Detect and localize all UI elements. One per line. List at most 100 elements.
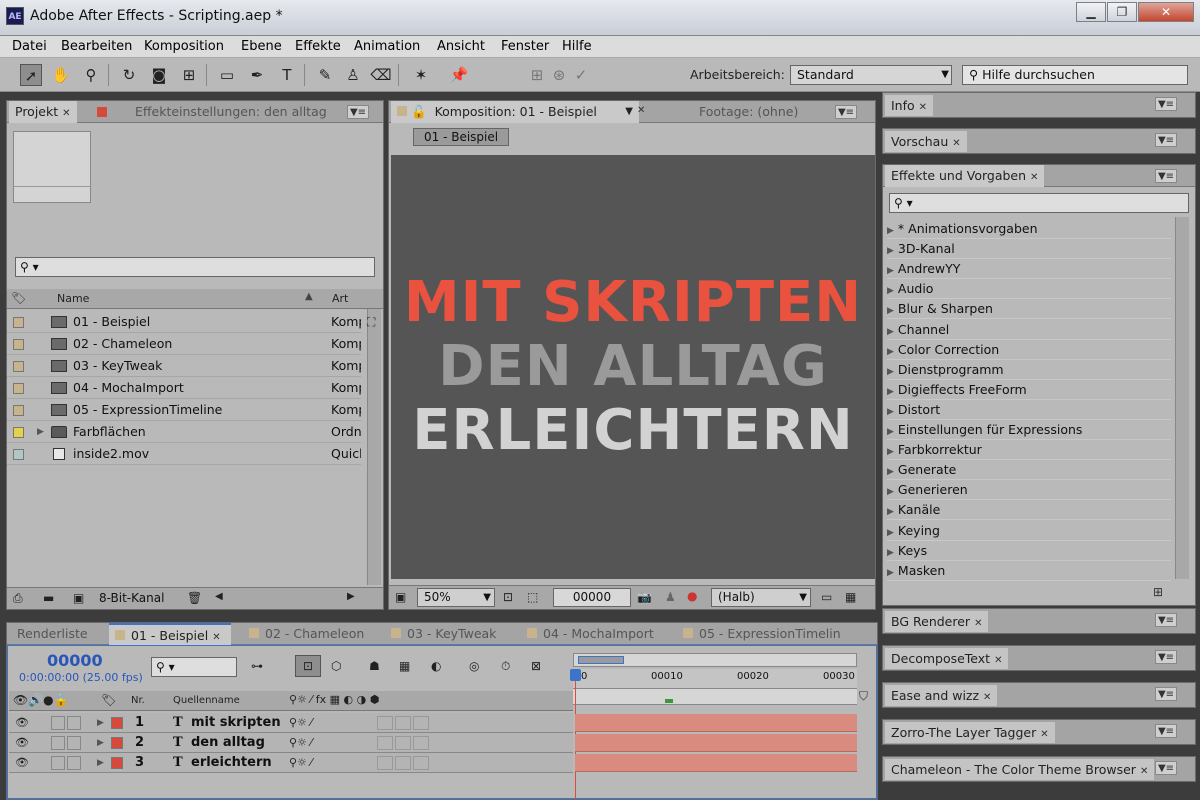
tab-projekt[interactable]: Projekt ✕ xyxy=(9,101,77,123)
effect-category-item[interactable]: ▶ Color Correction xyxy=(887,340,1171,360)
panel-menu-icon[interactable]: ▼≡ xyxy=(1155,687,1177,701)
effect-category-item[interactable]: ▶ Kanäle xyxy=(887,500,1171,521)
layer-label-color[interactable] xyxy=(111,717,123,729)
label-color-swatch[interactable] xyxy=(13,427,24,438)
mask-visibility-icon[interactable]: ⬚ xyxy=(527,590,538,604)
draft-3d-icon[interactable]: ⬡ xyxy=(331,659,341,673)
eye-icon[interactable]: 👁 xyxy=(15,713,29,733)
expand-triangle-icon[interactable]: ▶ xyxy=(887,246,894,256)
expand-triangle-icon[interactable]: ▶ xyxy=(887,548,894,558)
panel-menu-icon[interactable]: ▼≡ xyxy=(1155,613,1177,627)
panel-menu-icon[interactable]: ▼≡ xyxy=(1155,761,1177,775)
maximize-button[interactable]: ❐ xyxy=(1107,2,1137,22)
layer-switch-icons[interactable]: ⚲☼ ⁄ xyxy=(289,713,312,733)
tab-05-expressiontimeline[interactable]: 05 - ExpressionTimelin xyxy=(677,623,847,645)
snapshot-camera-icon[interactable]: 📷 xyxy=(637,590,652,604)
label-color-swatch[interactable] xyxy=(13,405,24,416)
menu-datei[interactable]: Datei xyxy=(12,39,47,54)
effect-category-item[interactable]: ▶ Generieren xyxy=(887,480,1171,501)
new-folder-icon[interactable]: ⊞ xyxy=(1153,585,1163,599)
effect-category-item[interactable]: ▶ AndrewYY xyxy=(887,259,1171,280)
effect-category-item[interactable]: ▶ * Animationsvorgaben xyxy=(887,219,1171,239)
expand-triangle-icon[interactable]: ▶ xyxy=(887,528,894,538)
menu-hilfe[interactable]: Hilfe xyxy=(562,39,592,54)
tab-composition[interactable]: 🔓 Komposition: 01 - Beispiel ▼ xyxy=(391,101,639,123)
tab-zorro[interactable]: Zorro-The Layer Tagger ✕ xyxy=(885,722,1055,743)
axis-mode-icon[interactable]: ⊞ xyxy=(526,64,548,86)
help-search-input[interactable]: ⚲ Hilfe durchsuchen xyxy=(962,65,1188,85)
effect-category-item[interactable]: ▶ 3D-Kanal xyxy=(887,239,1171,260)
project-item-row[interactable]: 01 - Beispiel Komp xyxy=(7,311,361,333)
effect-category-item[interactable]: ▶ Audio xyxy=(887,279,1171,300)
minimize-button[interactable]: ▁ xyxy=(1076,2,1106,22)
expand-triangle-icon[interactable]: ▶ xyxy=(97,713,104,733)
effect-category-item[interactable]: ▶ Generate xyxy=(887,460,1171,481)
zoom-tool-icon[interactable]: ⚲ xyxy=(80,64,102,86)
expand-triangle-icon[interactable]: ▶ xyxy=(97,733,104,753)
expand-triangle-icon[interactable]: ▶ xyxy=(887,226,894,236)
layer-name[interactable]: mit skripten xyxy=(191,713,281,733)
project-scrollbar[interactable] xyxy=(367,309,381,585)
menu-fenster[interactable]: Fenster xyxy=(501,39,549,54)
close-icon[interactable]: ✕ xyxy=(637,105,645,116)
project-item-row[interactable]: inside2.mov Quick xyxy=(7,443,361,465)
expand-triangle-icon[interactable]: ▶ xyxy=(37,421,44,443)
color-channels-icon[interactable]: ● xyxy=(687,589,697,603)
expand-triangle-icon[interactable]: ▶ xyxy=(887,347,894,357)
resolution-select[interactable]: (Halb) ▼ xyxy=(711,588,811,607)
clone-stamp-tool-icon[interactable]: ♙ xyxy=(342,64,364,86)
layer-switch-icons[interactable]: ⚲☼ ⁄ xyxy=(289,733,312,753)
tab-footage[interactable]: Footage: (ohne) xyxy=(693,101,804,123)
effects-search-input[interactable]: ⚲ ▾ xyxy=(889,193,1189,213)
panel-menu-icon[interactable]: ▼≡ xyxy=(1155,133,1177,147)
roto-brush-tool-icon[interactable]: ✶ xyxy=(410,64,432,86)
tab-ease-wizz[interactable]: Ease and wizz ✕ xyxy=(885,685,998,706)
label-color-swatch[interactable] xyxy=(13,383,24,394)
layer-switch-icons[interactable]: ⚲☼ ⁄ xyxy=(289,753,312,773)
rotate-tool-icon[interactable]: ↻ xyxy=(118,64,140,86)
expand-triangle-icon[interactable]: ▶ xyxy=(887,367,894,377)
effect-category-item[interactable]: ▶ Distort xyxy=(887,400,1171,420)
panel-menu-icon[interactable]: ▼≡ xyxy=(1155,169,1177,183)
layer-label-color[interactable] xyxy=(111,737,123,749)
switch-cell[interactable] xyxy=(413,716,429,730)
tab-vorschau[interactable]: Vorschau ✕ xyxy=(885,131,967,152)
switch-cell[interactable] xyxy=(395,716,411,730)
lock-switch[interactable] xyxy=(67,736,81,750)
switch-cell[interactable] xyxy=(377,716,393,730)
graph-editor-icon[interactable]: ◎ xyxy=(469,659,479,673)
tab-info[interactable]: Info ✕ xyxy=(885,95,934,116)
label-color-swatch[interactable] xyxy=(13,361,24,372)
lock-switch[interactable] xyxy=(67,756,81,770)
shy-layers-icon[interactable]: ☗ xyxy=(369,659,380,673)
comp-marker-bin-icon[interactable]: ⛉ xyxy=(859,689,868,704)
motion-blur-icon[interactable]: ◐ xyxy=(431,659,441,673)
panel-menu-icon[interactable]: ▼≡ xyxy=(347,105,369,119)
comp-timecode-field[interactable]: 00000 xyxy=(553,588,631,607)
pan-behind-tool-icon[interactable]: ⊞ xyxy=(178,64,200,86)
fast-preview-icon[interactable]: ▭ xyxy=(821,590,832,604)
effect-category-item[interactable]: ▶ Keying xyxy=(887,521,1171,541)
trash-icon[interactable]: 🗑 xyxy=(187,591,202,605)
effect-category-item[interactable]: ▶ Digieffects FreeForm xyxy=(887,380,1171,400)
layer-duration-bar[interactable] xyxy=(575,714,857,732)
live-update-icon[interactable]: ⊡ xyxy=(295,655,321,677)
eye-icon[interactable]: 👁 xyxy=(15,733,29,753)
timeline-timecode[interactable]: 00000 xyxy=(47,651,103,670)
expand-triangle-icon[interactable]: ▶ xyxy=(887,487,894,497)
time-ruler[interactable]: 0 00010 00020 00030 xyxy=(573,669,857,689)
label-color-swatch[interactable] xyxy=(13,339,24,350)
effect-category-item[interactable]: ▶ Dienstprogramm xyxy=(887,360,1171,380)
effect-category-item[interactable]: ▶ Keys xyxy=(887,541,1171,561)
eye-icon[interactable]: 👁 xyxy=(15,753,29,773)
tab-effect-controls[interactable]: Effekteinstellungen: den alltag xyxy=(91,101,333,123)
zoom-select[interactable]: 50% ▼ xyxy=(417,588,495,607)
panel-menu-icon[interactable]: ▼≡ xyxy=(1155,724,1177,738)
label-color-swatch[interactable] xyxy=(13,449,24,460)
menu-komposition[interactable]: Komposition xyxy=(144,39,224,54)
close-button[interactable]: ✕ xyxy=(1138,2,1194,22)
project-item-row[interactable]: 04 - MochaImport Komp xyxy=(7,377,361,399)
expand-triangle-icon[interactable]: ▶ xyxy=(887,407,894,417)
effects-scrollbar[interactable] xyxy=(1175,217,1189,579)
solo-switch[interactable] xyxy=(51,756,65,770)
